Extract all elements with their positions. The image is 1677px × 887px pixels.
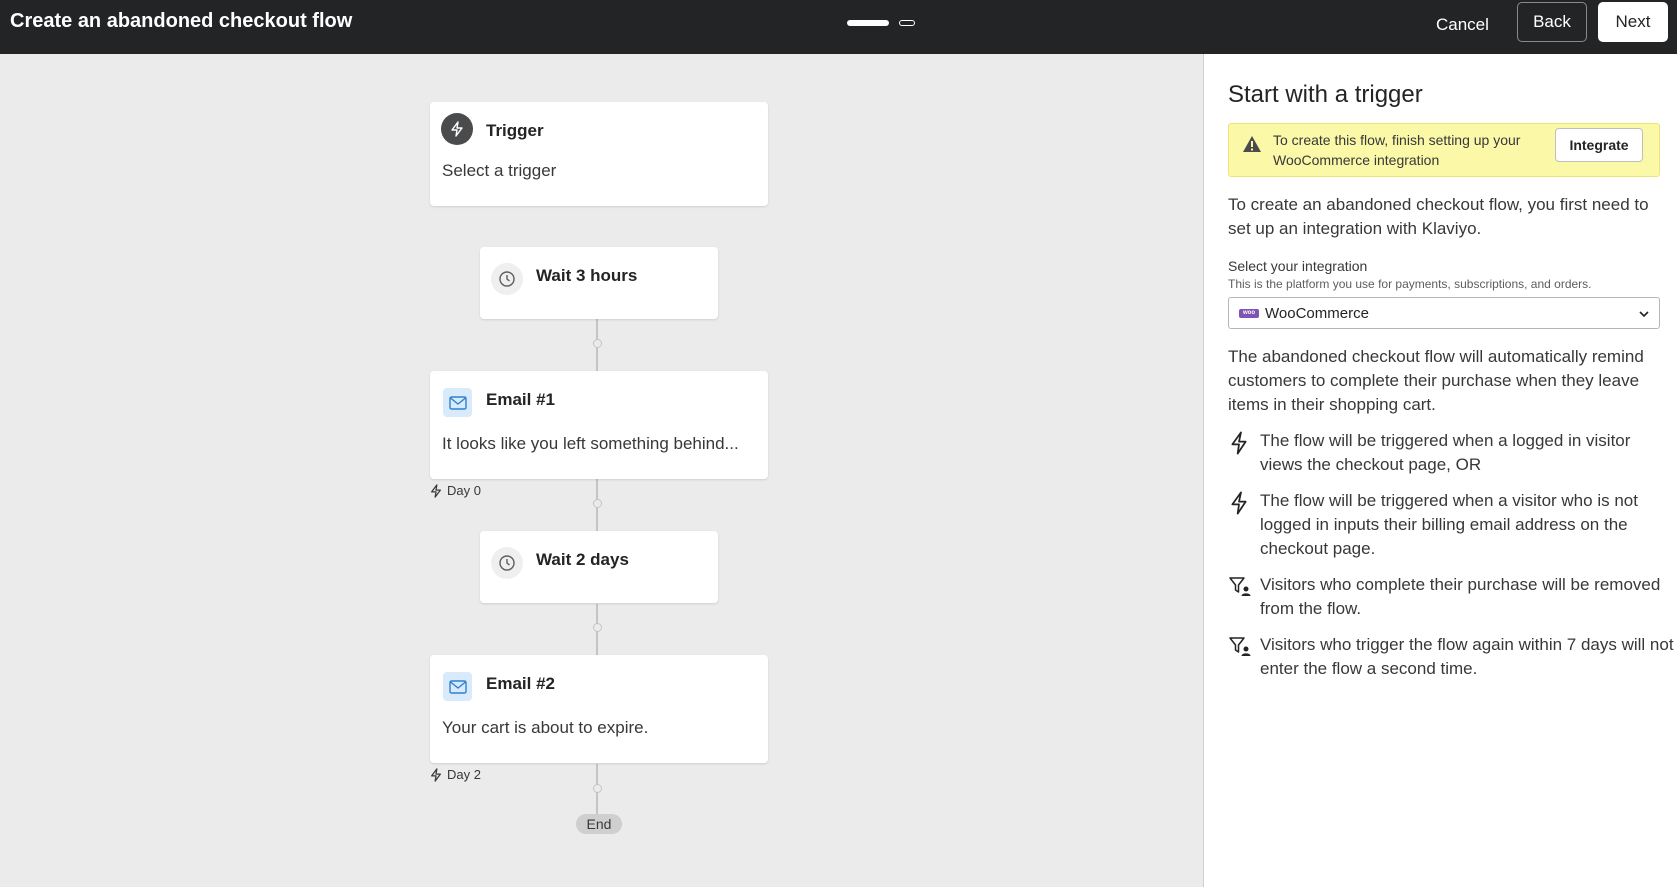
integration-select[interactable]: woo WooCommerce bbox=[1228, 297, 1660, 329]
wait-card[interactable]: Wait 3 hours bbox=[480, 247, 718, 319]
email-card[interactable]: Email #2 Your cart is about to expire. bbox=[430, 655, 768, 763]
envelope-icon bbox=[443, 388, 472, 417]
flow-rule-text: The flow will be triggered when a visito… bbox=[1260, 491, 1638, 558]
day-text: Day 2 bbox=[447, 767, 481, 782]
integration-select-value: WooCommerce bbox=[1265, 305, 1369, 322]
lightning-icon bbox=[441, 113, 473, 145]
flow-rule-text: Visitors who trigger the flow again with… bbox=[1260, 635, 1674, 678]
top-bar: Create an abandoned checkout flow Cancel… bbox=[0, 0, 1677, 54]
woocommerce-logo: woo bbox=[1239, 309, 1259, 318]
page-title: Create an abandoned checkout flow bbox=[10, 10, 353, 32]
flow-description: The abandoned checkout flow will automat… bbox=[1228, 347, 1644, 414]
clock-icon bbox=[491, 547, 523, 579]
flow-rule-text: The flow will be triggered when a logged… bbox=[1260, 431, 1631, 474]
lightning-icon bbox=[431, 767, 441, 782]
clock-icon bbox=[491, 263, 523, 295]
next-button[interactable]: Next bbox=[1598, 2, 1668, 42]
email-subject: It looks like you left something behind.… bbox=[442, 434, 739, 453]
lightning-icon bbox=[1228, 491, 1252, 515]
trigger-heading: Trigger bbox=[486, 121, 544, 140]
warning-icon bbox=[1241, 134, 1263, 159]
flow-rule-text: Visitors who complete their purchase wil… bbox=[1260, 575, 1661, 618]
trigger-body: Select a trigger bbox=[442, 161, 557, 180]
progress-step-1 bbox=[847, 20, 889, 26]
filter-person-icon bbox=[1228, 635, 1252, 659]
intro-text: To create an abandoned checkout flow, yo… bbox=[1228, 195, 1649, 238]
connector-dot bbox=[593, 784, 602, 793]
cancel-button[interactable]: Cancel bbox=[1424, 8, 1501, 42]
connector-dot bbox=[593, 339, 602, 348]
filter-person-icon bbox=[1228, 575, 1252, 599]
email-heading: Email #1 bbox=[486, 390, 555, 409]
wait-label: Wait 3 hours bbox=[536, 266, 638, 285]
email-heading: Email #2 bbox=[486, 674, 555, 693]
wait-card[interactable]: Wait 2 days bbox=[480, 531, 718, 603]
integration-label: Select your integration bbox=[1228, 258, 1368, 274]
integrate-button[interactable]: Integrate bbox=[1555, 128, 1643, 162]
connector-dot bbox=[593, 499, 602, 508]
trigger-card[interactable]: Trigger Select a trigger bbox=[430, 102, 768, 206]
end-node: End bbox=[576, 814, 622, 834]
panel-title: Start with a trigger bbox=[1228, 81, 1423, 108]
flow-canvas: Trigger Select a trigger Wait 3 hours Em… bbox=[0, 54, 1203, 887]
connector-dot bbox=[593, 623, 602, 632]
trigger-panel: Start with a trigger To create this flow… bbox=[1203, 54, 1677, 887]
email-card[interactable]: Email #1 It looks like you left somethin… bbox=[430, 371, 768, 479]
wait-label: Wait 2 days bbox=[536, 550, 629, 569]
integration-alert: To create this flow, finish setting up y… bbox=[1228, 123, 1660, 177]
integration-help: This is the platform you use for payment… bbox=[1228, 277, 1592, 291]
envelope-icon bbox=[443, 672, 472, 701]
alert-message: To create this flow, finish setting up y… bbox=[1273, 132, 1521, 168]
back-button[interactable]: Back bbox=[1517, 2, 1587, 42]
lightning-icon bbox=[431, 483, 441, 498]
lightning-icon bbox=[1228, 431, 1252, 455]
day-label: Day 2 bbox=[429, 767, 481, 782]
day-label: Day 0 bbox=[429, 483, 481, 498]
progress-step-2 bbox=[899, 20, 915, 26]
day-text: Day 0 bbox=[447, 483, 481, 498]
chevron-down-icon bbox=[1637, 307, 1651, 326]
email-subject: Your cart is about to expire. bbox=[442, 718, 649, 737]
